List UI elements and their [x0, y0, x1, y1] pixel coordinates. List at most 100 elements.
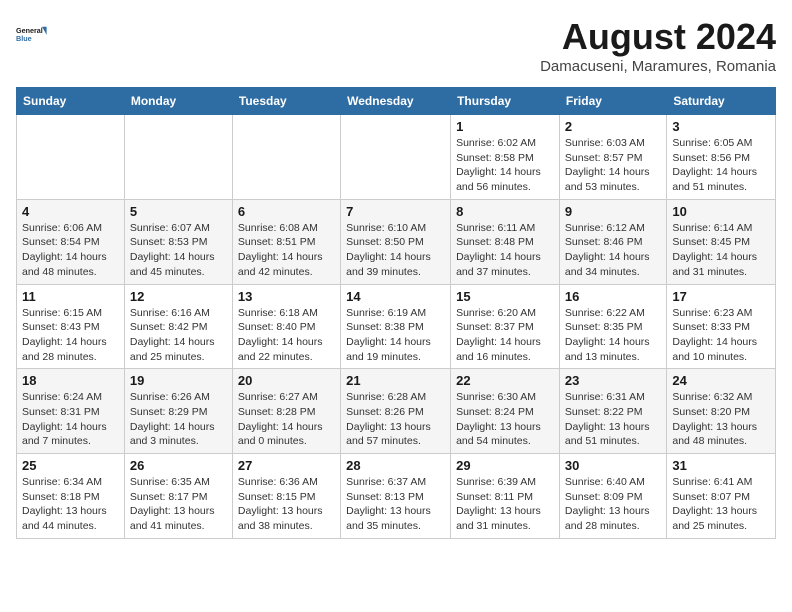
- calendar-cell: 1 Sunrise: 6:02 AM Sunset: 8:58 PM Daylig…: [451, 115, 560, 200]
- calendar-cell: 14 Sunrise: 6:19 AM Sunset: 8:38 PM Dayli…: [341, 284, 451, 369]
- day-info: Sunrise: 6:36 AM Sunset: 8:15 PM Dayligh…: [238, 475, 335, 534]
- calendar-cell: 27 Sunrise: 6:36 AM Sunset: 8:15 PM Dayli…: [232, 454, 340, 539]
- day-info: Sunrise: 6:03 AM Sunset: 8:57 PM Dayligh…: [565, 136, 661, 195]
- day-number: 6: [238, 204, 335, 219]
- day-info: Sunrise: 6:39 AM Sunset: 8:11 PM Dayligh…: [456, 475, 554, 534]
- calendar-cell: 21 Sunrise: 6:28 AM Sunset: 8:26 PM Dayli…: [341, 369, 451, 454]
- day-number: 21: [346, 373, 445, 388]
- day-number: 16: [565, 289, 661, 304]
- day-number: 20: [238, 373, 335, 388]
- day-info: Sunrise: 6:15 AM Sunset: 8:43 PM Dayligh…: [22, 306, 119, 365]
- day-number: 12: [130, 289, 227, 304]
- calendar-cell: 15 Sunrise: 6:20 AM Sunset: 8:37 PM Dayli…: [451, 284, 560, 369]
- day-number: 26: [130, 458, 227, 473]
- day-number: 29: [456, 458, 554, 473]
- logo-icon: GeneralBlue: [16, 16, 52, 52]
- calendar-cell: 9 Sunrise: 6:12 AM Sunset: 8:46 PM Daylig…: [559, 199, 666, 284]
- weekday-header-tuesday: Tuesday: [232, 88, 340, 115]
- day-number: 4: [22, 204, 119, 219]
- day-info: Sunrise: 6:16 AM Sunset: 8:42 PM Dayligh…: [130, 306, 227, 365]
- calendar-week-2: 4 Sunrise: 6:06 AM Sunset: 8:54 PM Daylig…: [17, 199, 776, 284]
- calendar-cell: 28Sunrise: 6:37 AM Sunset: 8:13 PM Dayli…: [341, 454, 451, 539]
- day-info: Sunrise: 6:19 AM Sunset: 8:38 PM Dayligh…: [346, 306, 445, 365]
- day-number: 30: [565, 458, 661, 473]
- day-info: Sunrise: 6:12 AM Sunset: 8:46 PM Dayligh…: [565, 221, 661, 280]
- calendar-cell: [17, 115, 125, 200]
- calendar-cell: 17 Sunrise: 6:23 AM Sunset: 8:33 PM Dayli…: [667, 284, 776, 369]
- day-info: Sunrise: 6:30 AM Sunset: 8:24 PM Dayligh…: [456, 390, 554, 449]
- weekday-header-sunday: Sunday: [17, 88, 125, 115]
- calendar-cell: 11 Sunrise: 6:15 AM Sunset: 8:43 PM Dayli…: [17, 284, 125, 369]
- day-info: Sunrise: 6:27 AM Sunset: 8:28 PM Dayligh…: [238, 390, 335, 449]
- day-info: Sunrise: 6:26 AM Sunset: 8:29 PM Dayligh…: [130, 390, 227, 449]
- svg-text:Blue: Blue: [16, 34, 32, 43]
- day-number: 1: [456, 119, 554, 134]
- calendar-cell: 24 Sunrise: 6:32 AM Sunset: 8:20 PM Dayli…: [667, 369, 776, 454]
- calendar-cell: 3 Sunrise: 6:05 AM Sunset: 8:56 PM Daylig…: [667, 115, 776, 200]
- day-info: Sunrise: 6:06 AM Sunset: 8:54 PM Dayligh…: [22, 221, 119, 280]
- calendar-cell: 29 Sunrise: 6:39 AM Sunset: 8:11 PM Dayli…: [451, 454, 560, 539]
- calendar-week-3: 11 Sunrise: 6:15 AM Sunset: 8:43 PM Dayli…: [17, 284, 776, 369]
- day-info: Sunrise: 6:05 AM Sunset: 8:56 PM Dayligh…: [672, 136, 770, 195]
- calendar-cell: 31Sunrise: 6:41 AM Sunset: 8:07 PM Dayli…: [667, 454, 776, 539]
- day-number: 19: [130, 373, 227, 388]
- logo: GeneralBlue: [16, 16, 52, 52]
- calendar-cell: 8 Sunrise: 6:11 AM Sunset: 8:48 PM Daylig…: [451, 199, 560, 284]
- day-number: 9: [565, 204, 661, 219]
- day-info: Sunrise: 6:07 AM Sunset: 8:53 PM Dayligh…: [130, 221, 227, 280]
- calendar-cell: 20 Sunrise: 6:27 AM Sunset: 8:28 PM Dayli…: [232, 369, 340, 454]
- location: Damacuseni, Maramures, Romania: [540, 58, 776, 75]
- day-number: 17: [672, 289, 770, 304]
- day-number: 15: [456, 289, 554, 304]
- day-number: 8: [456, 204, 554, 219]
- day-info: Sunrise: 6:18 AM Sunset: 8:40 PM Dayligh…: [238, 306, 335, 365]
- day-info: Sunrise: 6:20 AM Sunset: 8:37 PM Dayligh…: [456, 306, 554, 365]
- calendar-cell: 7 Sunrise: 6:10 AM Sunset: 8:50 PM Daylig…: [341, 199, 451, 284]
- day-number: 22: [456, 373, 554, 388]
- day-number: 23: [565, 373, 661, 388]
- page-header: GeneralBlue August 2024 Damacuseni, Mara…: [16, 16, 776, 75]
- day-info: Sunrise: 6:14 AM Sunset: 8:45 PM Dayligh…: [672, 221, 770, 280]
- day-info: Sunrise: 6:35 AM Sunset: 8:17 PM Dayligh…: [130, 475, 227, 534]
- day-info: Sunrise: 6:08 AM Sunset: 8:51 PM Dayligh…: [238, 221, 335, 280]
- day-info: Sunrise: 6:32 AM Sunset: 8:20 PM Dayligh…: [672, 390, 770, 449]
- day-info: Sunrise: 6:31 AM Sunset: 8:22 PM Dayligh…: [565, 390, 661, 449]
- day-info: Sunrise: 6:41 AM Sunset: 8:07 PM Dayligh…: [672, 475, 770, 534]
- day-number: 5: [130, 204, 227, 219]
- calendar-week-4: 18Sunrise: 6:24 AM Sunset: 8:31 PM Dayli…: [17, 369, 776, 454]
- day-info: Sunrise: 6:28 AM Sunset: 8:26 PM Dayligh…: [346, 390, 445, 449]
- calendar-cell: 16 Sunrise: 6:22 AM Sunset: 8:35 PM Dayli…: [559, 284, 666, 369]
- day-number: 3: [672, 119, 770, 134]
- calendar-cell: [341, 115, 451, 200]
- day-number: 14: [346, 289, 445, 304]
- day-info: Sunrise: 6:37 AM Sunset: 8:13 PM Dayligh…: [346, 475, 445, 534]
- day-number: 27: [238, 458, 335, 473]
- calendar-table: SundayMondayTuesdayWednesdayThursdayFrid…: [16, 87, 776, 539]
- day-info: Sunrise: 6:02 AM Sunset: 8:58 PM Dayligh…: [456, 136, 554, 195]
- calendar-cell: 18Sunrise: 6:24 AM Sunset: 8:31 PM Dayli…: [17, 369, 125, 454]
- day-info: Sunrise: 6:40 AM Sunset: 8:09 PM Dayligh…: [565, 475, 661, 534]
- calendar-cell: 12 Sunrise: 6:16 AM Sunset: 8:42 PM Dayli…: [124, 284, 232, 369]
- day-info: Sunrise: 6:23 AM Sunset: 8:33 PM Dayligh…: [672, 306, 770, 365]
- calendar-cell: 19 Sunrise: 6:26 AM Sunset: 8:29 PM Dayli…: [124, 369, 232, 454]
- calendar-cell: 26 Sunrise: 6:35 AM Sunset: 8:17 PM Dayli…: [124, 454, 232, 539]
- calendar-cell: 13 Sunrise: 6:18 AM Sunset: 8:40 PM Dayli…: [232, 284, 340, 369]
- day-info: Sunrise: 6:11 AM Sunset: 8:48 PM Dayligh…: [456, 221, 554, 280]
- weekday-header-row: SundayMondayTuesdayWednesdayThursdayFrid…: [17, 88, 776, 115]
- day-info: Sunrise: 6:10 AM Sunset: 8:50 PM Dayligh…: [346, 221, 445, 280]
- weekday-header-thursday: Thursday: [451, 88, 560, 115]
- calendar-cell: 10 Sunrise: 6:14 AM Sunset: 8:45 PM Dayli…: [667, 199, 776, 284]
- day-number: 2: [565, 119, 661, 134]
- day-number: 7: [346, 204, 445, 219]
- calendar-cell: 25Sunrise: 6:34 AM Sunset: 8:18 PM Dayli…: [17, 454, 125, 539]
- calendar-cell: 5 Sunrise: 6:07 AM Sunset: 8:53 PM Daylig…: [124, 199, 232, 284]
- calendar-cell: [232, 115, 340, 200]
- calendar-cell: 6 Sunrise: 6:08 AM Sunset: 8:51 PM Daylig…: [232, 199, 340, 284]
- day-info: Sunrise: 6:22 AM Sunset: 8:35 PM Dayligh…: [565, 306, 661, 365]
- calendar-cell: 23 Sunrise: 6:31 AM Sunset: 8:22 PM Dayli…: [559, 369, 666, 454]
- day-number: 10: [672, 204, 770, 219]
- weekday-header-wednesday: Wednesday: [341, 88, 451, 115]
- day-number: 13: [238, 289, 335, 304]
- day-number: 11: [22, 289, 119, 304]
- day-number: 24: [672, 373, 770, 388]
